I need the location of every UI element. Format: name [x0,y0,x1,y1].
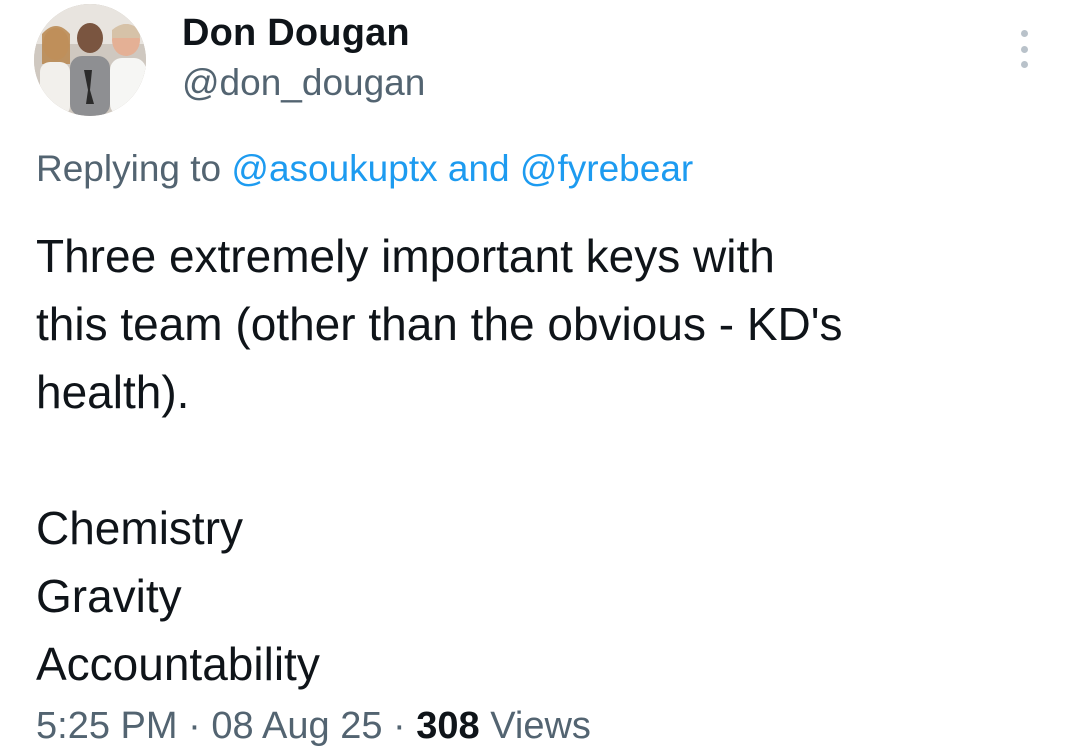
tweet-meta: 5:25 PM · 08 Aug 25 · 308 Views [36,705,591,748]
mention-link[interactable]: @fyrebear [520,148,693,189]
more-vertical-icon[interactable] [1010,26,1038,72]
more-dot [1020,45,1028,53]
tweet-text-line: health). [36,366,190,418]
views-label: Views [490,705,591,747]
replying-to-label: Replying to [36,148,222,189]
meta-separator: · [188,705,201,747]
replying-to-conjunction: and [447,148,510,189]
tweet-date[interactable]: 08 Aug 25 [211,705,382,747]
replying-to-line: Replying to @asoukuptx and @fyrebear [36,148,693,190]
more-dot [1020,61,1028,68]
author-handle[interactable]: @don_dougan [182,62,425,104]
tweet-list-item: Chemistry [36,502,244,554]
meta-separator: · [393,705,406,747]
views-count[interactable]: 308 [416,705,479,747]
tweet-text-line: Three extremely important keys with [36,230,775,282]
mention-link[interactable]: @asoukuptx [231,148,437,189]
more-dot [1020,30,1028,37]
profile-photo-icon [34,4,146,116]
tweet-card: Don Dougan @don_dougan Replying to @asou… [0,0,1080,755]
avatar[interactable] [34,4,146,116]
tweet-text-line: this team (other than the obvious - KD's [36,298,843,350]
tweet-list-item: Accountability [36,638,320,690]
author-display-name[interactable]: Don Dougan [182,12,410,55]
tweet-text: Three extremely important keys with this… [36,222,1036,698]
tweet-list-item: Gravity [36,570,182,622]
tweet-time[interactable]: 5:25 PM [36,705,178,747]
